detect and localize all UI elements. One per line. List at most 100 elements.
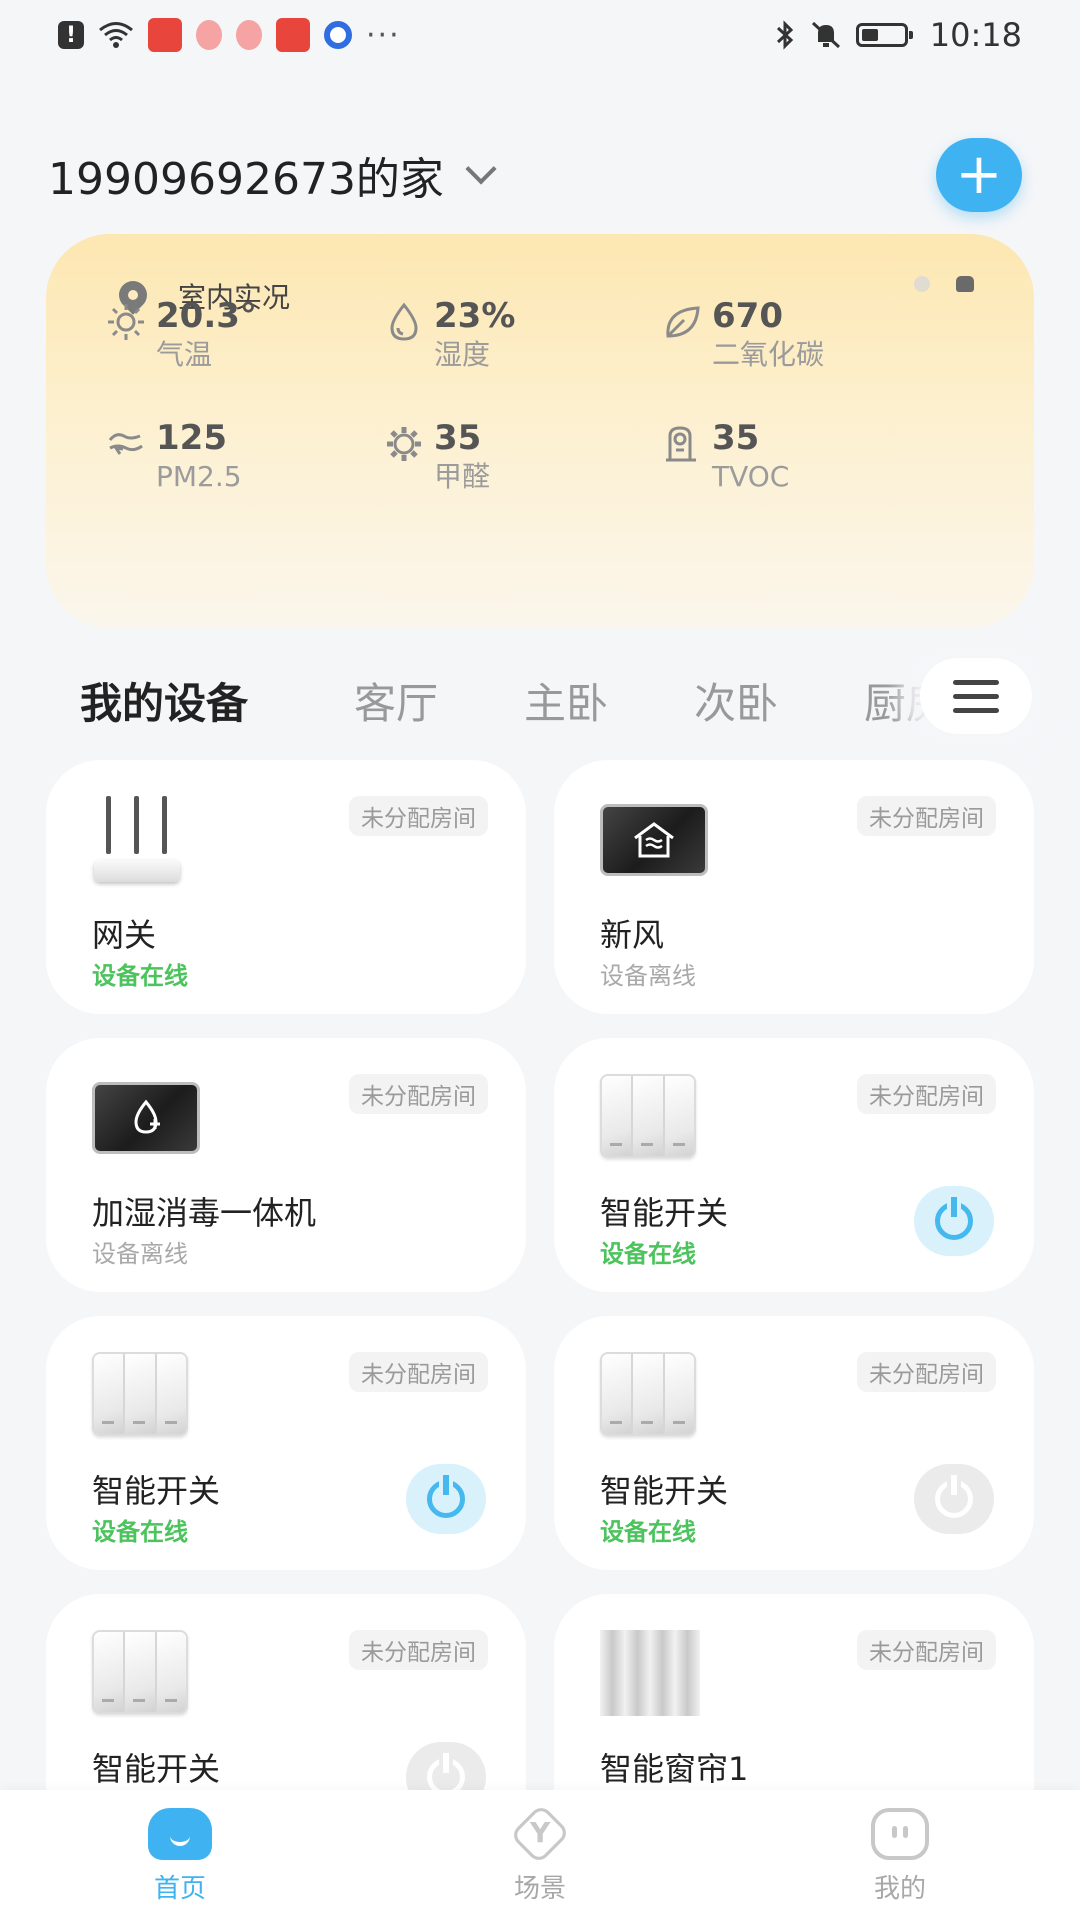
device-card-humidifier[interactable]: 未分配房间 加湿消毒一体机 设备离线	[46, 1038, 526, 1292]
device-card-smart-switch[interactable]: 未分配房间 智能开关 设备在线	[554, 1316, 1034, 1570]
metric-pm25: 125 PM2.5	[106, 416, 242, 494]
app-notification-icon	[324, 21, 352, 49]
metric-value: 20.3°	[156, 296, 257, 336]
wifi-icon	[98, 21, 134, 49]
nav-scene[interactable]: 场景	[440, 1806, 640, 1905]
metric-humidity: 23% 湿度	[384, 294, 515, 372]
status-left: ! ···	[58, 18, 401, 53]
device-status: 设备在线	[92, 962, 188, 990]
metric-label: PM2.5	[156, 460, 242, 493]
device-name: 智能开关	[600, 1194, 729, 1232]
tab-master-bedroom[interactable]: 主卧	[524, 670, 608, 731]
room-badge: 未分配房间	[349, 1630, 488, 1670]
metric-text: 35 TVOC	[712, 416, 789, 494]
app-root: ! ··· 10:18 19909692673的家 + 室内实况 20.3° 气…	[0, 0, 1080, 1920]
device-card-smart-switch[interactable]: 未分配房间 智能开关 设备在线	[554, 1038, 1034, 1292]
power-icon	[935, 1475, 973, 1518]
device-name: 网关	[92, 916, 157, 954]
nav-label: 首页	[153, 1873, 206, 1904]
device-status: 设备离线	[600, 962, 696, 990]
room-badge: 未分配房间	[857, 1074, 996, 1114]
device-name: 智能窗帘1	[600, 1750, 749, 1788]
device-name: 智能开关	[92, 1750, 221, 1788]
wind-icon	[106, 424, 146, 464]
add-device-button[interactable]: +	[936, 138, 1022, 212]
room-badge: 未分配房间	[857, 796, 996, 836]
device-name: 智能开关	[92, 1472, 221, 1510]
scene-icon	[508, 1806, 572, 1862]
room-badge: 未分配房间	[857, 1352, 996, 1392]
alert-icon: !	[58, 21, 84, 49]
room-badge: 未分配房间	[349, 1352, 488, 1392]
room-badge: 未分配房间	[349, 796, 488, 836]
fresh-air-panel-icon	[600, 804, 708, 876]
app-notification-icon	[196, 20, 222, 50]
smart-switch-icon	[600, 1074, 696, 1158]
bluetooth-icon	[774, 20, 796, 50]
device-card-gateway[interactable]: 未分配房间 网关 设备在线	[46, 760, 526, 1014]
power-icon	[427, 1475, 465, 1518]
power-toggle-button[interactable]	[914, 1186, 994, 1256]
device-status: 设备在线	[600, 1240, 696, 1268]
nav-home[interactable]: 首页	[80, 1806, 280, 1905]
page-dot	[914, 276, 930, 292]
room-badge: 未分配房间	[857, 1630, 996, 1670]
profile-icon	[868, 1806, 932, 1862]
mute-icon	[810, 20, 842, 50]
metric-text: 670 二氧化碳	[712, 294, 824, 372]
more-notifications: ···	[366, 17, 401, 53]
metric-formaldehyde: 35 甲醛	[384, 416, 490, 494]
metric-text: 125 PM2.5	[156, 416, 242, 494]
curtain-icon	[600, 1630, 700, 1716]
tab-my-devices[interactable]: 我的设备	[80, 670, 248, 731]
battery-icon	[855, 23, 913, 47]
device-status: 设备在线	[600, 1518, 696, 1546]
metric-value: 35	[434, 418, 482, 458]
room-badge: 未分配房间	[349, 1074, 488, 1114]
metric-value: 23%	[434, 296, 516, 336]
home-selector[interactable]: 19909692673的家	[48, 143, 497, 207]
metric-text: 23% 湿度	[434, 294, 515, 372]
metric-co2: 670 二氧化碳	[662, 294, 824, 372]
sun-icon	[106, 302, 146, 342]
room-menu-button[interactable]	[920, 658, 1032, 734]
device-name: 智能开关	[600, 1472, 729, 1510]
status-right: 10:18	[774, 16, 1022, 54]
app-notification-icon	[276, 18, 310, 52]
router-icon	[92, 796, 182, 886]
metric-label: TVOC	[712, 460, 790, 493]
metric-label: 气温	[156, 338, 213, 371]
metric-label: 二氧化碳	[712, 338, 825, 371]
tab-living-room[interactable]: 客厅	[354, 670, 438, 731]
metric-text: 35 甲醛	[434, 416, 490, 494]
gear-icon	[384, 424, 424, 464]
menu-line	[953, 693, 999, 699]
smart-switch-icon	[600, 1352, 696, 1436]
nav-profile[interactable]: 我的	[800, 1806, 1000, 1905]
smart-switch-icon	[92, 1630, 188, 1714]
nav-label: 场景	[513, 1873, 566, 1904]
page-dot-active	[956, 276, 974, 292]
smart-switch-icon	[92, 1352, 188, 1436]
app-notification-icon	[148, 18, 182, 52]
device-name: 新风	[600, 916, 665, 954]
droplet-icon	[384, 302, 424, 342]
clock-time: 10:18	[929, 16, 1022, 54]
device-card-fresh-air[interactable]: 未分配房间 新风 设备离线	[554, 760, 1034, 1014]
tab-second-bedroom[interactable]: 次卧	[694, 670, 778, 731]
metric-value: 670	[712, 296, 783, 336]
power-toggle-button[interactable]	[406, 1464, 486, 1534]
metric-label: 湿度	[434, 338, 491, 371]
device-status: 设备离线	[92, 1240, 188, 1268]
indoor-environment-card[interactable]: 室内实况 20.3° 气温 23% 湿度 670 二氧化碳 125 PM2.5 …	[46, 234, 1034, 628]
nav-label: 我的	[873, 1873, 926, 1904]
power-toggle-button[interactable]	[914, 1464, 994, 1534]
metric-tvoc: 35 TVOC	[662, 416, 789, 494]
menu-line	[953, 707, 999, 713]
device-card-smart-switch[interactable]: 未分配房间 智能开关 设备在线	[46, 1316, 526, 1570]
power-icon	[935, 1197, 973, 1240]
metric-text: 20.3° 气温	[156, 294, 257, 372]
metric-value: 35	[712, 418, 760, 458]
room-tabs: 我的设备 客厅 主卧 次卧 厨房	[0, 650, 1080, 746]
menu-line	[953, 679, 999, 685]
